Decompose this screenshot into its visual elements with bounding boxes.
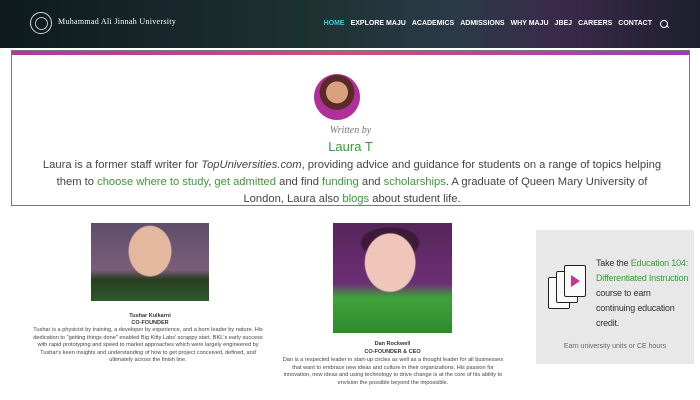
nav-item-home[interactable]: HOME (324, 20, 345, 28)
nav-item-why-maju[interactable]: WHY MAJU (511, 20, 549, 28)
accent-strip (12, 51, 689, 55)
bio-text: and (358, 176, 384, 188)
nav-item-jbej[interactable]: JBEJ (555, 20, 573, 28)
video-cards-icon (548, 265, 588, 311)
nav-item-careers[interactable]: CAREERS (578, 20, 612, 28)
main-nav: HOME EXPLORE MAJU ACADEMICS ADMISSIONS W… (324, 20, 668, 28)
link-funding[interactable]: funding (322, 176, 359, 188)
nav-item-academics[interactable]: ACADEMICS (412, 20, 454, 28)
play-icon (571, 275, 580, 287)
promo-footer: Earn university units or CE hours (563, 343, 667, 350)
founder-description: Tushar is a physicist by training, a dev… (33, 327, 263, 363)
founder-photo-tushar (91, 223, 209, 301)
founder-name: Tushar Kulkarni (129, 313, 171, 319)
nav-item-contact[interactable]: CONTACT (618, 20, 652, 28)
bio-site-name: TopUniversities.com (201, 159, 302, 171)
founder-name: Dan Rockwell (374, 341, 411, 347)
search-icon[interactable] (660, 20, 668, 28)
promo-text-part: course to earn continuing education cred… (596, 288, 675, 328)
author-bio: Laura is a former staff writer for TopUn… (42, 157, 662, 208)
link-blogs[interactable]: blogs (342, 193, 369, 205)
link-choose-where-to-study[interactable]: choose where to study (97, 176, 208, 188)
bio-text: and find (276, 176, 323, 188)
link-scholarships[interactable]: scholarships (384, 176, 446, 188)
founder-role: CO-FOUNDER & CEO (364, 349, 421, 355)
top-navigation-bar: Muhammad Ali Jinnah University HOME EXPL… (0, 0, 700, 48)
course-promo-card[interactable]: Take the Education 104: Differentiated I… (536, 230, 694, 364)
university-logo[interactable] (30, 12, 52, 34)
nav-item-admissions[interactable]: ADMISSIONS (460, 20, 504, 28)
author-name[interactable]: Laura T (12, 139, 689, 154)
bio-text: about student life. (369, 193, 461, 205)
university-name[interactable]: Muhammad Ali Jinnah University (58, 17, 176, 26)
bio-text: Laura is a former staff writer for (42, 159, 202, 171)
founder-role: CO-FOUNDER (131, 320, 169, 326)
link-get-admitted[interactable]: get admitted (214, 176, 276, 188)
nav-item-explore-maju[interactable]: EXPLORE MAJU (351, 20, 406, 28)
written-by-label: Written by (329, 125, 372, 136)
author-bio-box: Written by Laura T Laura is a former sta… (11, 50, 690, 206)
founder-photo-dan (333, 223, 452, 333)
author-avatar (314, 74, 360, 120)
promo-text: Take the Education 104: Differentiated I… (596, 256, 690, 331)
founder-description: Dan is a respected leader in start-up ci… (282, 357, 504, 386)
promo-text-part: Take the (596, 258, 631, 268)
